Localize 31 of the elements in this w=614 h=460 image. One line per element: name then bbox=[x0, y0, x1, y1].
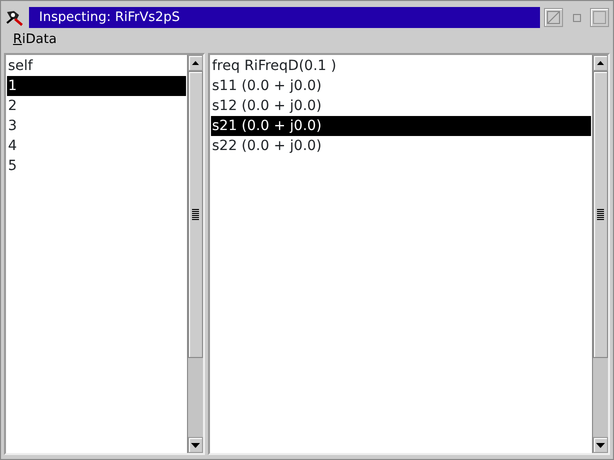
down-arrow-icon bbox=[191, 442, 200, 448]
list-item[interactable]: 1 bbox=[7, 76, 186, 96]
scroll-down-button[interactable] bbox=[188, 437, 203, 453]
up-arrow-icon bbox=[597, 61, 604, 65]
maximize-icon bbox=[572, 14, 580, 22]
minimize-button[interactable] bbox=[544, 8, 563, 27]
scrollbar-thumb[interactable] bbox=[188, 71, 203, 358]
list-item[interactable]: 5 bbox=[7, 156, 186, 176]
list-item[interactable]: s12 (0.0 + j0.0) bbox=[211, 96, 591, 116]
list-item[interactable]: self bbox=[7, 56, 186, 76]
menu-item[interactable]: RiData bbox=[13, 32, 57, 48]
close-button[interactable] bbox=[590, 8, 609, 27]
window-title: Inspecting: RiFrVs2pS bbox=[39, 8, 180, 27]
list-item[interactable]: freq RiFreqD(0.1 ) bbox=[211, 56, 591, 76]
close-icon bbox=[593, 11, 606, 24]
minimize-icon bbox=[547, 11, 560, 24]
up-arrow-icon bbox=[192, 61, 199, 65]
grip-icon bbox=[192, 208, 199, 220]
down-arrow-icon bbox=[596, 442, 605, 448]
list-item[interactable]: s21 (0.0 + j0.0) bbox=[211, 116, 591, 136]
scroll-up-button[interactable] bbox=[593, 55, 608, 71]
list-item[interactable]: 3 bbox=[7, 116, 186, 136]
list-item[interactable]: s11 (0.0 + j0.0) bbox=[211, 76, 591, 96]
grip-icon bbox=[597, 208, 604, 220]
scroll-down-button[interactable] bbox=[593, 437, 608, 453]
scrollbar-thumb[interactable] bbox=[593, 71, 608, 358]
list-item[interactable]: s22 (0.0 + j0.0) bbox=[211, 136, 591, 156]
app-icon[interactable] bbox=[5, 8, 25, 26]
scroll-up-button[interactable] bbox=[188, 55, 203, 71]
list-item[interactable]: 4 bbox=[7, 136, 186, 156]
list-item[interactable]: 2 bbox=[7, 96, 186, 116]
